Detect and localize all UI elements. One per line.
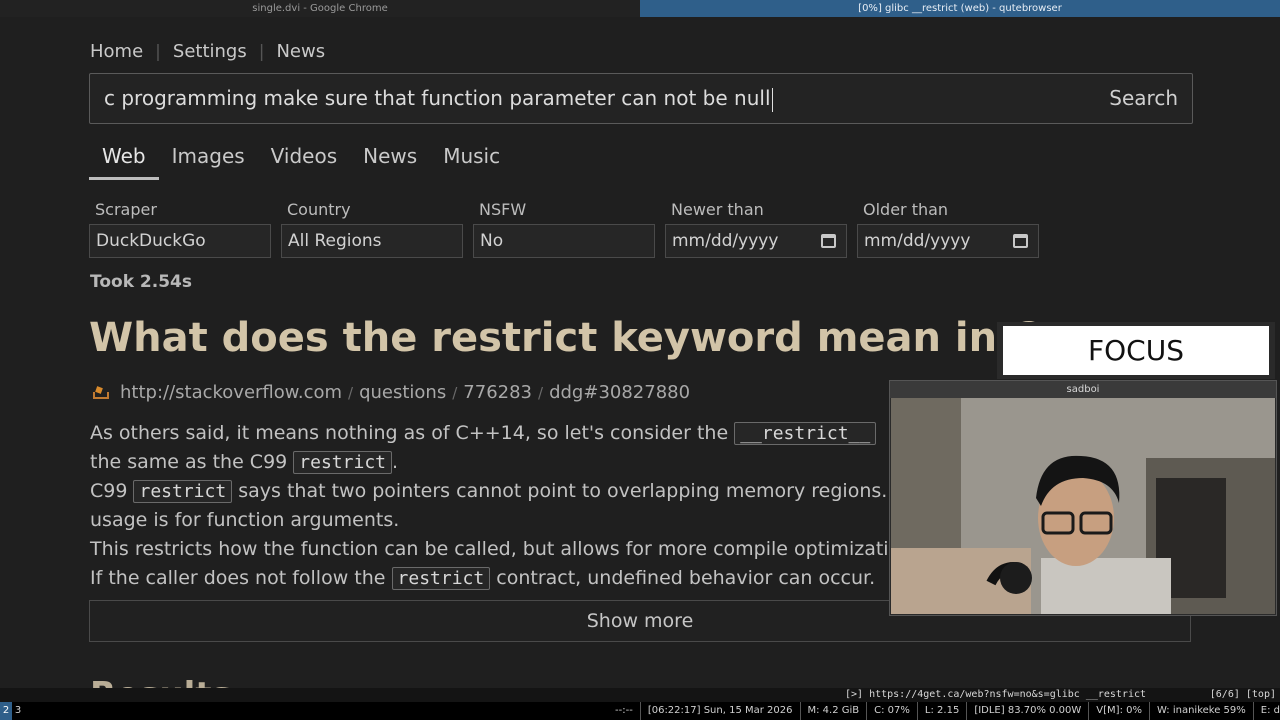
tab-news[interactable]: News xyxy=(350,144,430,180)
qutebrowser-statusbar: [>] https://4get.ca/web?nsfw=no&s=glibc … xyxy=(0,688,1280,702)
filter-label: Scraper xyxy=(95,200,157,219)
tab-videos[interactable]: Videos xyxy=(258,144,350,180)
workspace-2-button[interactable]: 2 xyxy=(0,702,12,720)
url-separator: / xyxy=(348,383,354,402)
snippet-line: As others said, it means nothing as of C… xyxy=(90,419,890,448)
country-select[interactable]: All Regions xyxy=(281,224,463,258)
search-type-tabs: Web Images Videos News Music xyxy=(89,144,513,180)
inline-code: restrict xyxy=(293,451,392,474)
status-load: L: 2.15 xyxy=(916,702,966,720)
filter-label: Country xyxy=(287,200,351,219)
nav-home-link[interactable]: Home xyxy=(90,41,143,62)
snippet-line: This restricts how the function can be c… xyxy=(90,538,929,560)
inline-code: restrict xyxy=(391,567,491,590)
newer-than-date-input[interactable]: mm/dd/yyyy xyxy=(665,224,847,258)
snippet-text: the same as the C99 xyxy=(90,451,294,473)
filter-newer-than: Newer than mm/dd/yyyy xyxy=(665,200,847,258)
webcam-feed xyxy=(891,398,1275,614)
filter-label: Newer than xyxy=(671,200,764,219)
window-titlebar: single.dvi - Google Chrome [0%] glibc __… xyxy=(0,0,1280,17)
snippet-text: . xyxy=(392,451,399,473)
status-volume: V[M]: 0% xyxy=(1088,702,1149,720)
search-filters: Scraper DuckDuckGo Country All Regions N… xyxy=(89,200,1039,258)
focus-label: FOCUS xyxy=(1003,326,1269,375)
status-memory: M: 4.2 GiB xyxy=(799,702,867,720)
search-input[interactable]: c programming make sure that function pa… xyxy=(104,74,1064,123)
focus-overlay: FOCUS xyxy=(997,322,1275,379)
url-separator: / xyxy=(538,383,544,402)
filter-country: Country All Regions xyxy=(281,200,463,258)
snippet-line: If the caller does not follow the restri… xyxy=(90,564,890,593)
search-query-text: c programming make sure that function pa… xyxy=(104,86,771,110)
inline-code: restrict xyxy=(133,480,233,503)
nav-separator: | xyxy=(155,41,161,62)
result-url-segment: ddg#30827880 xyxy=(549,382,691,403)
qutebrowser-window-title[interactable]: [0%] glibc __restrict (web) - qutebrowse… xyxy=(640,0,1280,17)
filter-nsfw: NSFW No xyxy=(473,200,655,258)
snippet-text: contract, undefined behavior can occur. xyxy=(490,567,876,589)
snippet-line: C99 restrict says that two pointers cann… xyxy=(90,477,890,506)
filter-label: NSFW xyxy=(479,200,527,219)
tab-music[interactable]: Music xyxy=(430,144,513,180)
result-url-domain[interactable]: http://stackoverflow.com xyxy=(120,382,342,403)
chrome-window-title[interactable]: single.dvi - Google Chrome xyxy=(0,0,640,17)
snippet-line: the same as the C99 restrict. xyxy=(90,448,890,477)
date-placeholder: mm/dd/yyyy xyxy=(864,231,971,251)
older-than-date-input[interactable]: mm/dd/yyyy xyxy=(857,224,1039,258)
filter-older-than: Older than mm/dd/yyyy xyxy=(857,200,1039,258)
nav-news-link[interactable]: News xyxy=(276,41,325,62)
webcam-window[interactable]: sadboi xyxy=(889,380,1277,616)
result-url: http://stackoverflow.com / questions / 7… xyxy=(92,382,690,403)
results-heading: Results xyxy=(90,675,232,688)
tab-images[interactable]: Images xyxy=(159,144,258,180)
inline-code: __restrict__ xyxy=(734,422,877,445)
snippet-text: C99 xyxy=(90,480,134,502)
date-placeholder: mm/dd/yyyy xyxy=(672,231,779,251)
nav-separator: | xyxy=(258,41,265,62)
status-tab-position: [6/6] [top] xyxy=(1209,689,1276,700)
workspace-3-button[interactable]: 3 xyxy=(12,702,24,720)
status-url: [>] https://4get.ca/web?nsfw=no&s=glibc … xyxy=(845,689,1147,700)
nsfw-select[interactable]: No xyxy=(473,224,655,258)
snippet-text: says that two pointers cannot point to o… xyxy=(232,480,888,502)
scraper-select[interactable]: DuckDuckGo xyxy=(89,224,271,258)
status-cpu: C: 07% xyxy=(866,702,917,720)
search-button[interactable]: Search xyxy=(1109,74,1178,123)
filter-label: Older than xyxy=(863,200,949,219)
result-title-link[interactable]: What does the restrict keyword mean in C… xyxy=(89,315,1107,361)
tab-web[interactable]: Web xyxy=(89,144,159,180)
status-items: --:-- [06:22:17] Sun, 15 Mar 2026 M: 4.2… xyxy=(608,702,1280,720)
webcam-window-title: sadboi xyxy=(890,381,1276,398)
calendar-icon[interactable] xyxy=(821,234,836,248)
snippet-text: As others said, it means nothing as of C… xyxy=(90,422,735,444)
filter-scraper: Scraper DuckDuckGo xyxy=(89,200,271,258)
stackoverflow-icon xyxy=(92,386,109,400)
search-bar: c programming make sure that function pa… xyxy=(89,73,1193,124)
webcam-image xyxy=(891,398,1275,614)
status-ethernet: E: down xyxy=(1252,702,1280,720)
result-url-segment: questions xyxy=(359,382,447,403)
status-clock: [06:22:17] Sun, 15 Mar 2026 xyxy=(639,702,800,720)
snippet-line: usage is for function arguments. xyxy=(90,509,400,531)
snippet-text: If the caller does not follow the xyxy=(90,567,392,589)
status-wifi: W: inanikeke 59% xyxy=(1148,702,1253,720)
i3-status-bar: 2 3 --:-- [06:22:17] Sun, 15 Mar 2026 M:… xyxy=(0,702,1280,720)
top-nav: Home | Settings | News xyxy=(90,41,325,62)
elapsed-time: Took 2.54s xyxy=(90,272,192,292)
nav-settings-link[interactable]: Settings xyxy=(173,41,247,62)
calendar-icon[interactable] xyxy=(1013,234,1028,248)
url-separator: / xyxy=(452,383,458,402)
result-url-segment: 776283 xyxy=(463,382,533,403)
status-battery: [IDLE] 83.70% 0.00W xyxy=(966,702,1088,720)
status-item: --:-- xyxy=(615,705,633,716)
text-caret xyxy=(771,87,773,112)
result-snippet: As others said, it means nothing as of C… xyxy=(90,419,929,593)
